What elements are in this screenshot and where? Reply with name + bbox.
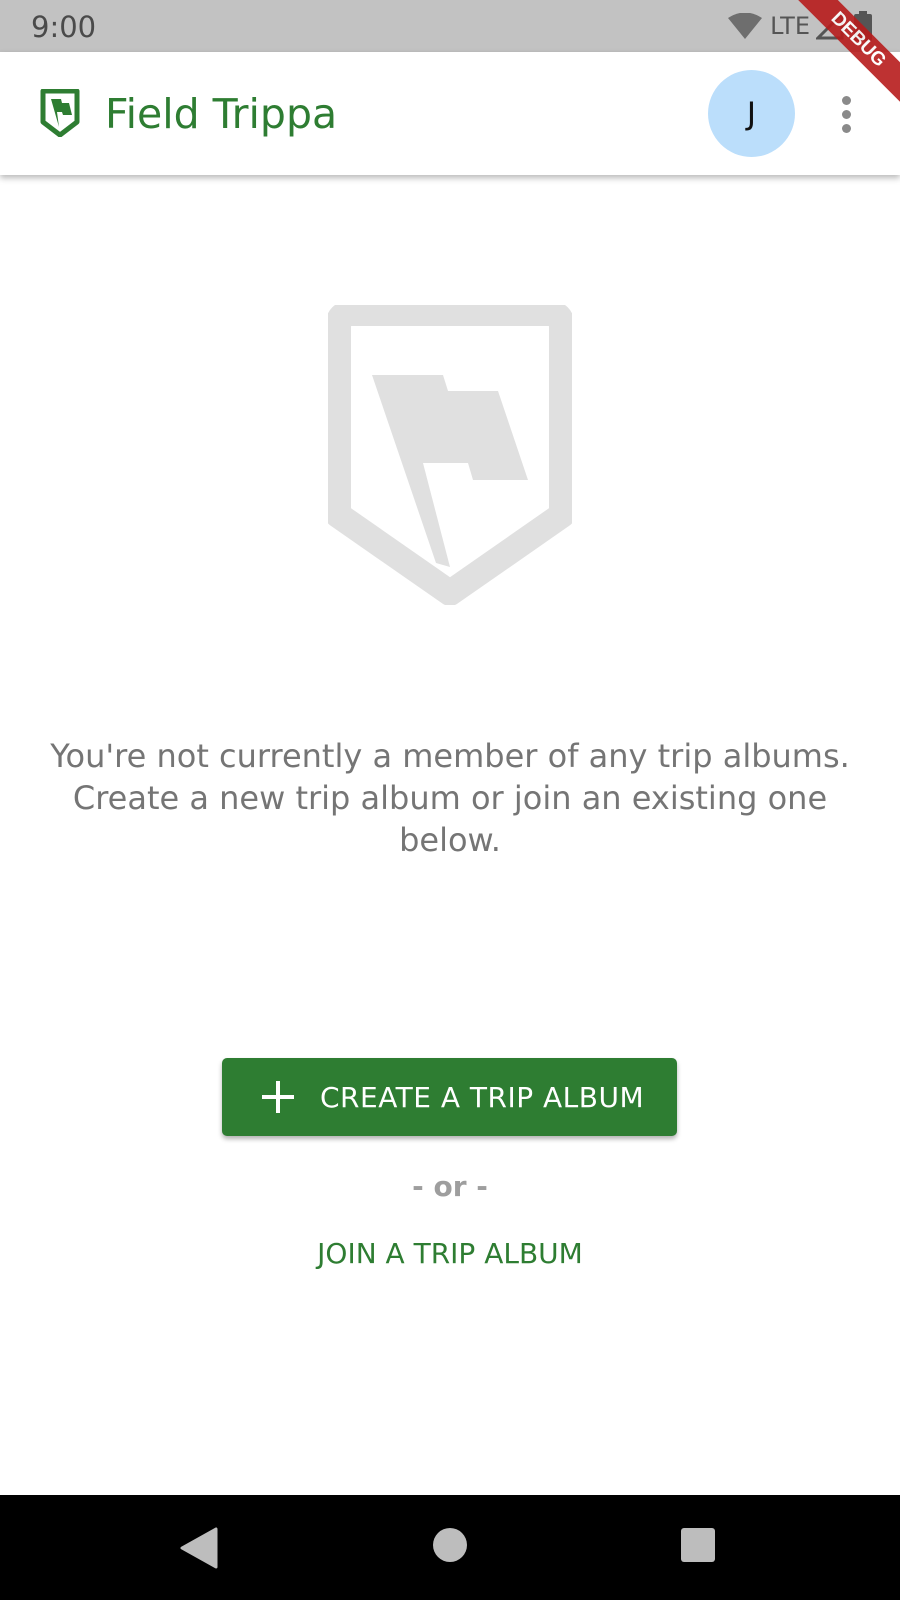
plus-icon: [262, 1081, 294, 1113]
network-label: LTE: [770, 12, 810, 40]
app-bar: Field Trippa J: [0, 52, 900, 175]
menu-dot: [842, 124, 851, 133]
recents-icon[interactable]: [681, 1528, 715, 1562]
more-vert-icon[interactable]: [830, 94, 864, 134]
home-icon[interactable]: [433, 1528, 467, 1562]
wifi-icon: [728, 13, 763, 39]
system-nav-bar: [0, 1495, 900, 1600]
avatar-initial: J: [746, 95, 757, 132]
or-separator: - or -: [412, 1170, 488, 1203]
create-trip-album-button[interactable]: CREATE A TRIP ALBUM: [222, 1058, 677, 1136]
user-avatar[interactable]: J: [708, 70, 795, 157]
app-logo-icon: [40, 89, 80, 137]
screen: 9:00 LTE DEBUG Field Trippa J You're not…: [0, 0, 900, 1600]
join-trip-album-button[interactable]: JOIN A TRIP ALBUM: [290, 1237, 610, 1279]
app-title: Field Trippa: [105, 90, 338, 138]
status-time: 9:00: [31, 10, 97, 44]
menu-dot: [842, 96, 851, 105]
shield-flag-icon: [328, 305, 572, 605]
status-bar: 9:00 LTE: [0, 0, 900, 52]
back-icon[interactable]: [180, 1527, 218, 1569]
menu-dot: [842, 110, 851, 119]
create-button-label: CREATE A TRIP ALBUM: [320, 1080, 645, 1114]
empty-state-message: You're not currently a member of any tri…: [50, 737, 850, 859]
